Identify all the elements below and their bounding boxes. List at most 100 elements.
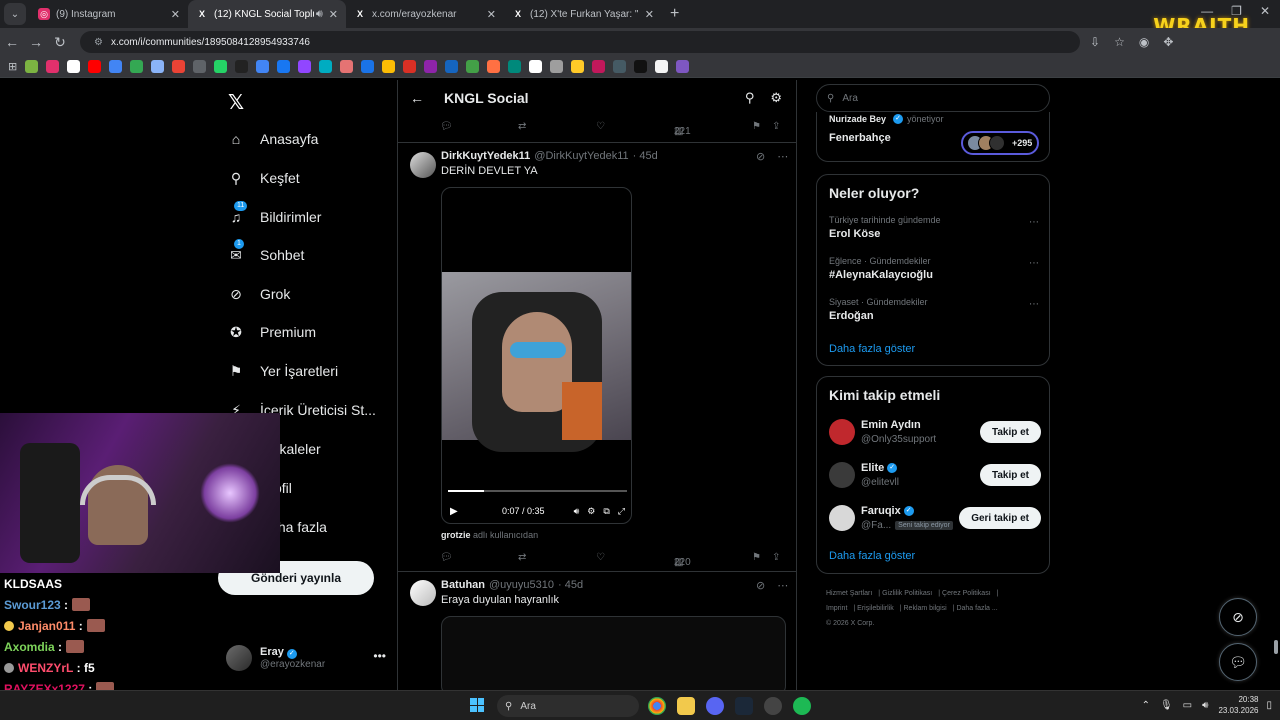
reply-icon[interactable]: 💬︎ [440, 552, 453, 563]
footer-link[interactable]: Imprint [826, 605, 847, 612]
nav-item-grok[interactable]: ⊘ Grok [226, 279, 290, 309]
new-tab-button[interactable]: + [670, 5, 679, 23]
nav-item-notifications[interactable]: ♫ 11 Bildirimler [226, 201, 321, 232]
display-icon[interactable]: ▭ [1183, 700, 1192, 711]
install-icon[interactable]: ⇩ [1090, 35, 1100, 49]
footer-link[interactable]: Daha fazla ... [956, 605, 997, 612]
bookmark-icon[interactable] [403, 60, 417, 73]
tab-search-button[interactable]: ⌄ [4, 3, 26, 25]
bookmark-icon[interactable] [445, 60, 459, 73]
bookmark-icon[interactable] [508, 60, 522, 73]
follow-suggestion[interactable]: Elite ✓ @elitevll Takip et [829, 460, 1041, 494]
tweet-author[interactable]: Batuhan [441, 579, 485, 591]
bookmark-icon[interactable]: ⚑ [752, 121, 761, 132]
bookmark-icon[interactable] [172, 60, 186, 73]
trend-item[interactable]: Siyaset · Gündemdekiler Erdoğan ⋯ [829, 297, 1039, 322]
bookmark-icon[interactable] [487, 60, 501, 73]
reply-icon[interactable]: 💬︎ [440, 121, 453, 132]
search-input[interactable]: ⚲ Ara [816, 84, 1050, 112]
close-icon[interactable]: ✕ [645, 8, 654, 21]
microphone-icon[interactable]: 🎙︎ [1160, 700, 1173, 711]
file-explorer-icon[interactable] [677, 697, 695, 715]
close-icon[interactable]: ✕ [171, 8, 180, 21]
community-name[interactable]: Fenerbahçe [829, 132, 891, 144]
messages-fab[interactable]: 💬︎ [1219, 643, 1257, 681]
nav-item-premium[interactable]: ✪ Premium [226, 317, 316, 347]
scrollbar-thumb[interactable] [1274, 640, 1278, 654]
footer-link[interactable]: Gizlilik Politikası [882, 590, 932, 597]
grok-fab[interactable]: ⊘ [1219, 598, 1257, 636]
bookmark-icon[interactable] [277, 60, 291, 73]
close-icon[interactable]: ✕ [329, 8, 338, 21]
browser-tab-1[interactable]: X (12) KNGL Social Topluluk / 🔊︎ ✕ [188, 0, 346, 28]
fullscreen-icon[interactable]: ⤢ [618, 506, 625, 517]
trend-item[interactable]: Türkiye tarihinde gündemde Erol Köse ⋯ [829, 215, 1039, 240]
bookmark-icon[interactable] [550, 60, 564, 73]
bookmark-icon[interactable] [67, 60, 81, 73]
bookmark-icon[interactable] [466, 60, 480, 73]
pip-icon[interactable]: ⧉ [603, 506, 609, 517]
bookmark-icon[interactable] [193, 60, 207, 73]
member-avatars[interactable]: +295 [961, 131, 1039, 155]
video-source-user[interactable]: grotzie [441, 530, 471, 540]
extension-icon[interactable]: ◉ [1139, 35, 1149, 49]
follow-suggestion[interactable]: Emin Aydın @Only35support Takip et [829, 417, 1041, 451]
trend-item[interactable]: Eğlence · Gündemdekiler #AleynaKalaycıoğ… [829, 256, 1039, 281]
bookmark-icon[interactable] [130, 60, 144, 73]
like-icon[interactable]: ♡ [596, 552, 605, 563]
account-switcher[interactable]: Eray ✓ @erayozkenar ••• [226, 643, 386, 673]
bookmark-icon[interactable] [298, 60, 312, 73]
bookmark-icon[interactable] [109, 60, 123, 73]
chrome-icon[interactable] [648, 697, 666, 715]
more-icon[interactable]: ⋯ [1029, 217, 1039, 228]
volume-icon[interactable]: 🔊︎ [1202, 700, 1208, 711]
footer-link[interactable]: Reklam bilgisi [904, 605, 947, 612]
chevron-up-icon[interactable]: ⌃ [1142, 700, 1150, 711]
bookmark-icon[interactable] [592, 60, 606, 73]
app-icon[interactable] [764, 697, 782, 715]
more-icon[interactable]: ⋯ [777, 150, 788, 163]
speaker-icon[interactable]: 🔊︎ [316, 8, 323, 21]
follow-suggestion[interactable]: Faruqix ✓ @Fa... Seni takip ediyor Geri ta… [829, 503, 1041, 537]
browser-tab-2[interactable]: X x.com/erayozkenar ✕ [346, 0, 504, 28]
apps-icon[interactable]: ⊞ [8, 60, 17, 73]
back-arrow-icon[interactable]: ← [410, 90, 430, 106]
footer-link[interactable]: Çerez Politikası [942, 590, 991, 597]
footer-link[interactable]: Hizmet Şartları [826, 590, 872, 597]
bookmark-icon[interactable] [361, 60, 375, 73]
bookmark-icon[interactable] [319, 60, 333, 73]
share-icon[interactable]: ⇪ [772, 121, 780, 132]
search-icon[interactable]: ⚲ [745, 90, 755, 106]
nav-item-bookmarks[interactable]: ⚑ Yer İşaretleri [226, 356, 338, 386]
repost-icon[interactable]: ⇄ [518, 552, 526, 563]
back-icon[interactable]: ← [0, 34, 24, 50]
bookmark-icon[interactable] [340, 60, 354, 73]
nav-item-explore[interactable]: ⚲ Keşfet [226, 163, 300, 193]
bookmark-icon[interactable] [382, 60, 396, 73]
more-icon[interactable]: ⋯ [1029, 258, 1039, 269]
nav-item-home[interactable]: ⌂ Anasayfa [226, 124, 319, 154]
grok-icon[interactable]: ⊘ [756, 150, 765, 163]
bookmark-icon[interactable] [214, 60, 228, 73]
reload-icon[interactable]: ↻ [48, 34, 72, 51]
bookmark-icon[interactable] [88, 60, 102, 73]
avatar[interactable] [410, 152, 436, 178]
footer-link[interactable]: Erişilebilirlik [857, 605, 894, 612]
follow-button[interactable]: Takip et [979, 421, 1041, 443]
star-icon[interactable]: ☆ [1114, 35, 1125, 49]
browser-tab-3[interactable]: X (12) X'te Furkan Yaşar: "Kıbrıs e ✕ [504, 0, 662, 28]
steam-icon[interactable] [735, 697, 753, 715]
bookmark-icon[interactable] [634, 60, 648, 73]
share-icon[interactable]: ⇪ [772, 552, 780, 563]
taskbar-search[interactable]: ⚲ Ara [497, 695, 639, 717]
forward-icon[interactable]: → [24, 34, 48, 50]
site-info-icon[interactable]: ⚙ [94, 37, 103, 48]
bookmark-icon[interactable] [25, 60, 39, 73]
close-window-icon[interactable]: ✕ [1260, 4, 1270, 18]
bookmark-icon[interactable] [151, 60, 165, 73]
volume-icon[interactable]: 🔊︎ [574, 506, 580, 517]
bookmark-icon[interactable] [676, 60, 690, 73]
clock[interactable]: 20:38 23.03.2026 [1218, 694, 1258, 716]
settings-icon[interactable]: ⚙ [770, 90, 782, 106]
bookmark-icon[interactable] [613, 60, 627, 73]
